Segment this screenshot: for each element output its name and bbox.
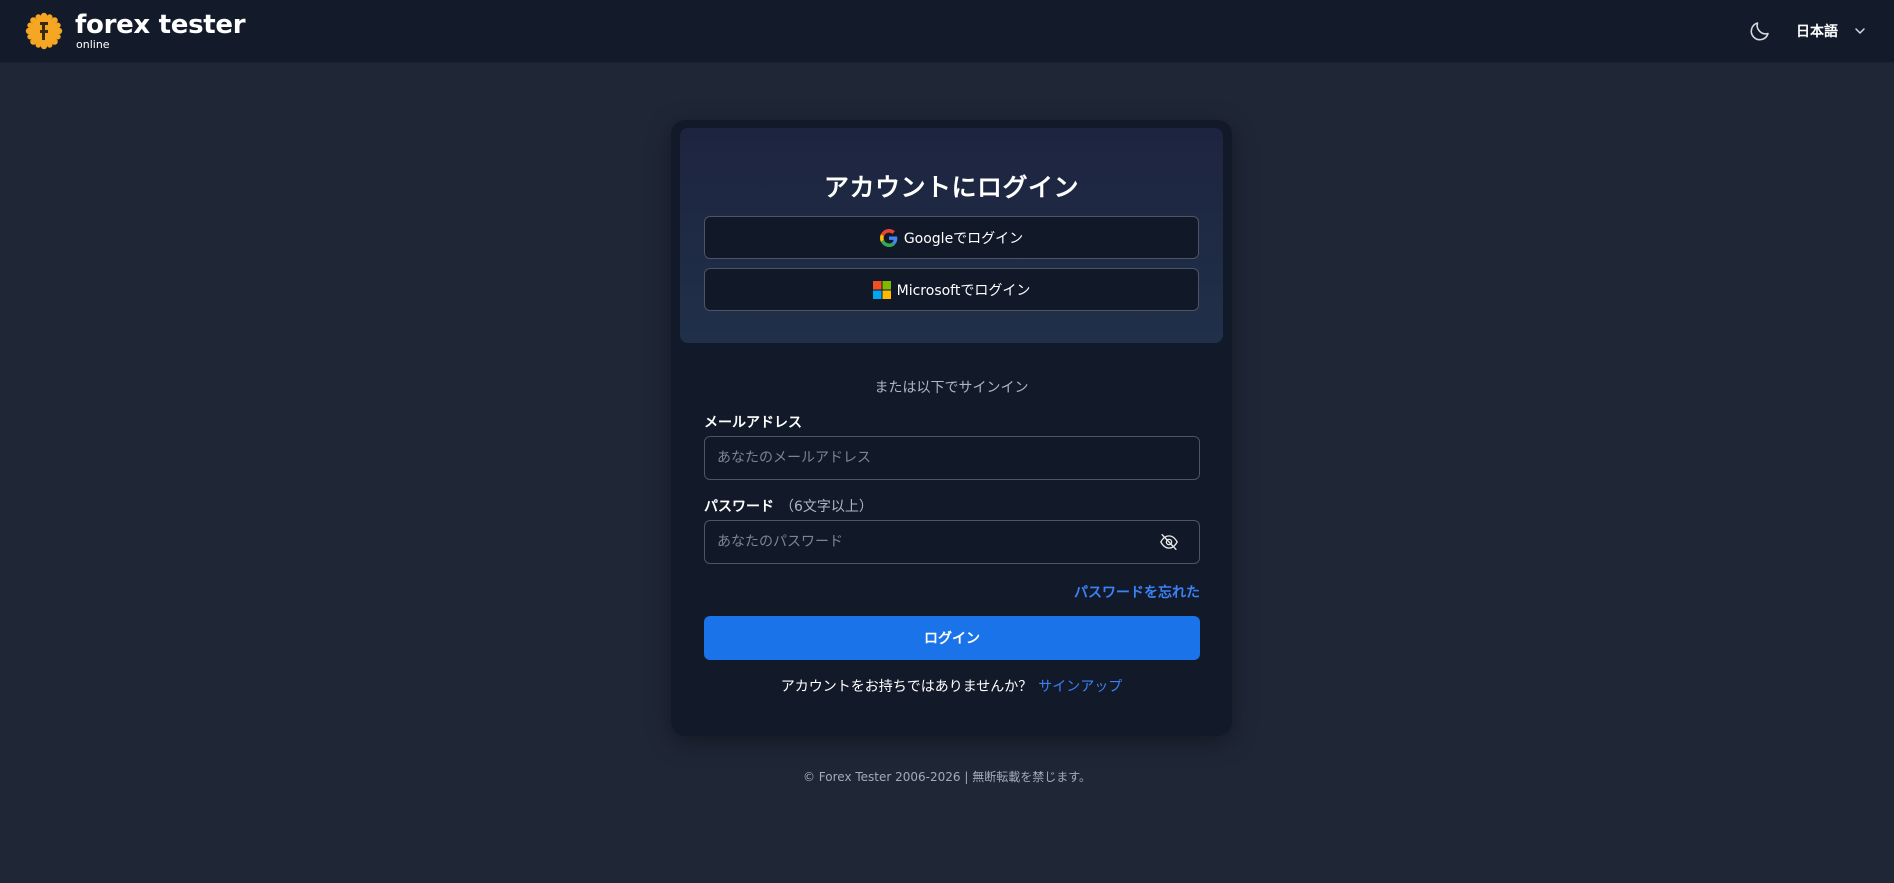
logo-name: forex tester	[75, 10, 246, 40]
login-card: アカウントにログイン Googleでログイン Microsoftでログイン また…	[671, 120, 1232, 736]
logo[interactable]: forex tester online	[24, 10, 246, 51]
login-button[interactable]: ログイン	[704, 616, 1200, 660]
logo-subtitle: online	[76, 38, 110, 51]
footer-copyright: © Forex Tester 2006-2026 | 無断転載を禁じます。	[802, 770, 1092, 784]
forgot-password-link[interactable]: パスワードを忘れた	[1074, 582, 1200, 602]
password-label-text: パスワード	[704, 499, 774, 515]
eye-off-icon[interactable]	[1159, 533, 1179, 551]
email-label: メールアドレス	[704, 412, 802, 432]
google-login-label: Googleでログイン	[903, 230, 1024, 247]
language-selector[interactable]: 日本語	[1796, 20, 1866, 42]
chevron-down-icon	[1855, 28, 1865, 34]
email-label-text: メールアドレス	[704, 415, 802, 431]
microsoft-icon	[872, 280, 891, 299]
email-input[interactable]	[704, 436, 1200, 480]
password-input[interactable]	[704, 520, 1200, 564]
page-title: アカウントにログイン	[823, 173, 1079, 202]
google-login-button[interactable]: Googleでログイン	[704, 216, 1199, 259]
language-label: 日本語	[1796, 24, 1838, 40]
password-label: パスワード （6文字以上）	[704, 496, 873, 516]
signin-divider-text: または以下でサインイン	[874, 380, 1029, 396]
social-login-panel: アカウントにログイン Googleでログイン Microsoftでログイン	[680, 128, 1223, 343]
password-hint: （6文字以上）	[780, 499, 873, 515]
google-icon	[879, 228, 898, 247]
microsoft-login-label: Microsoftでログイン	[896, 282, 1031, 299]
forex-tester-logo-icon	[25, 12, 63, 50]
signup-prompt: アカウントをお持ちではありませんか？ サインアップ	[671, 676, 1232, 696]
moon-icon[interactable]	[1748, 19, 1772, 43]
signup-link[interactable]: サインアップ	[1038, 679, 1122, 695]
microsoft-login-button[interactable]: Microsoftでログイン	[704, 268, 1199, 311]
top-navbar: forex tester online 日本語	[0, 0, 1894, 63]
no-account-text: アカウントをお持ちではありませんか？	[780, 679, 1033, 695]
login-button-label: ログイン	[924, 631, 980, 647]
